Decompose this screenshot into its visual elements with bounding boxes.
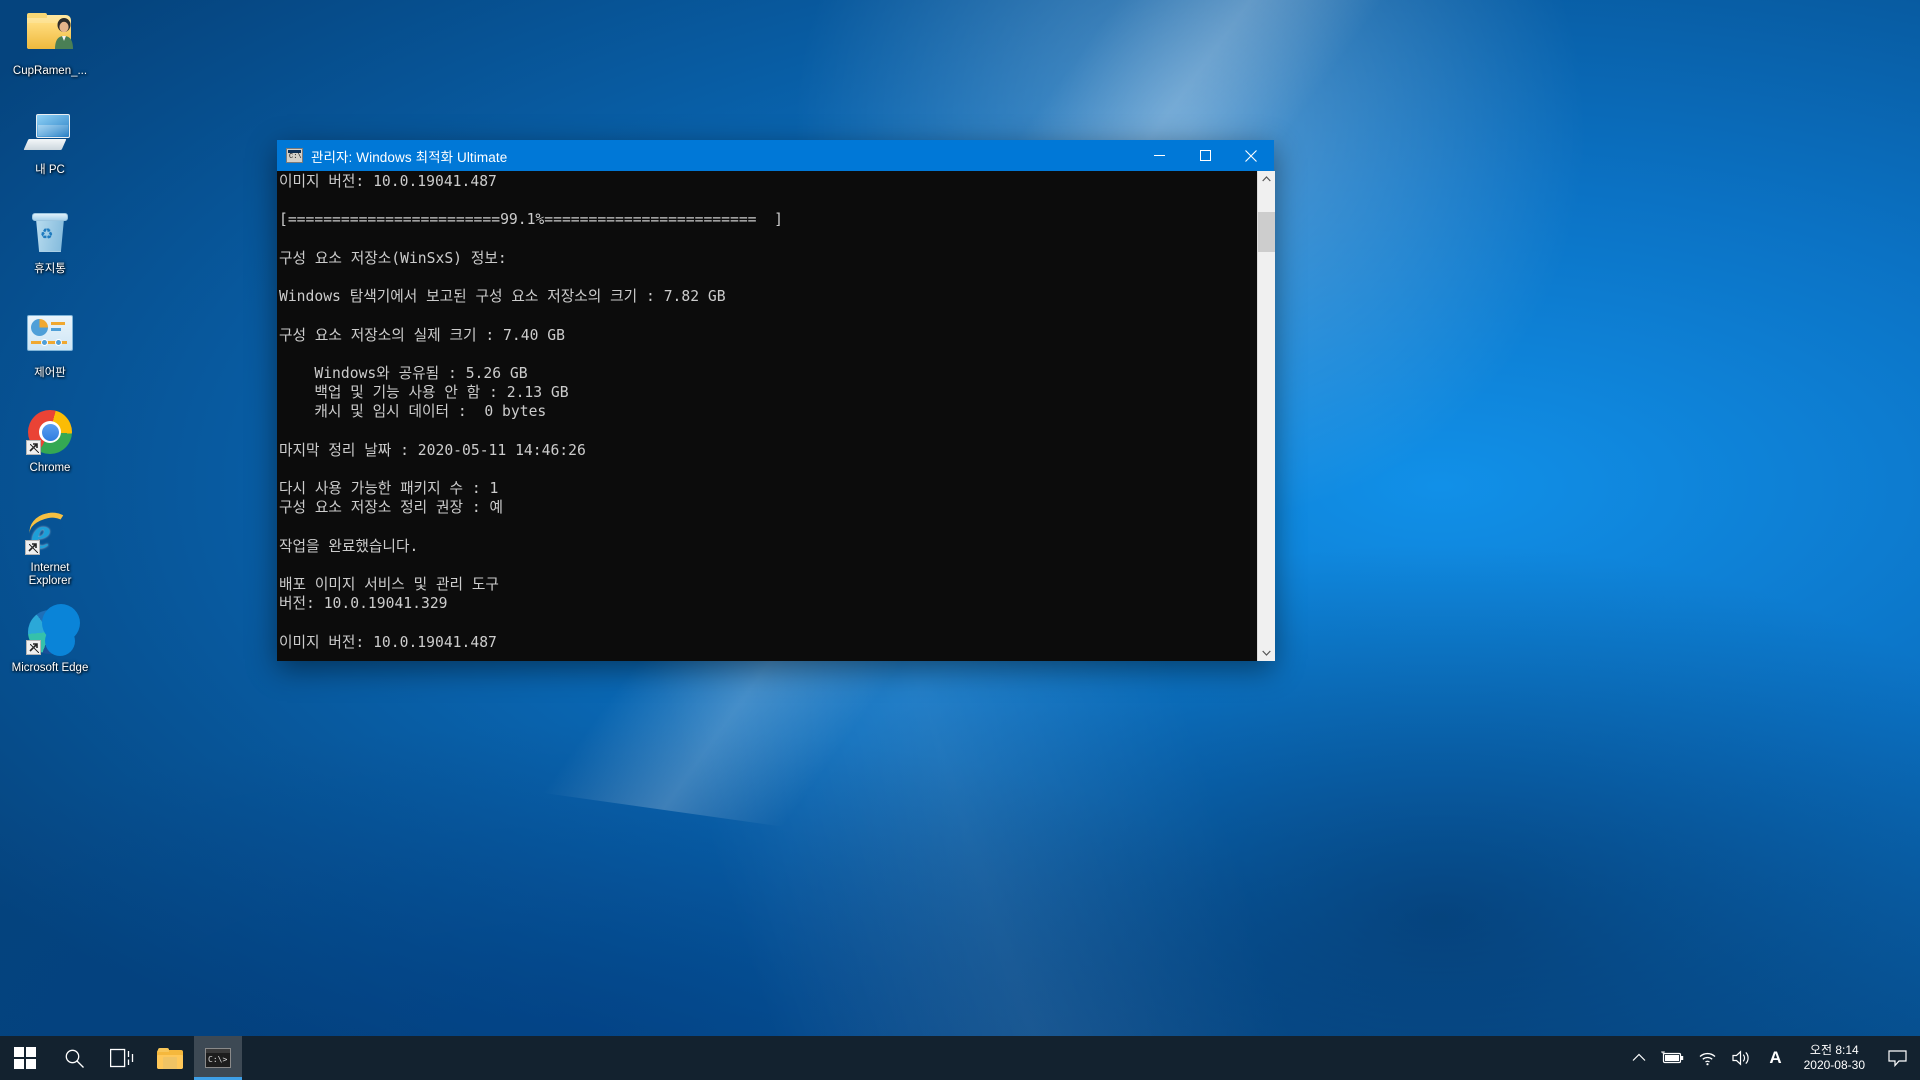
- console-line: 버전: 10.0.19041.329: [279, 595, 448, 613]
- volume-button[interactable]: [1724, 1036, 1759, 1080]
- desktop-icon-label: Internet Explorer: [28, 562, 72, 587]
- chevron-up-icon: [1262, 176, 1271, 182]
- internet-explorer-icon: e: [25, 508, 74, 558]
- desktop-icon-label: 휴지통: [34, 263, 66, 275]
- taskbar[interactable]: C:\> A 오전 8:14 2020-08-30: [0, 1036, 1920, 1080]
- command-prompt-button[interactable]: C:\>: [194, 1036, 242, 1080]
- shortcut-arrow-icon: [26, 640, 41, 655]
- console-line: 백업 및 기능 사용 안 함 : 2.13 GB: [279, 384, 569, 402]
- shortcut-arrow-icon: [26, 440, 41, 455]
- console-line: 구성 요소 저장소의 실제 크기 : 7.40 GB: [279, 326, 565, 344]
- scroll-track[interactable]: [1258, 188, 1275, 644]
- desktop-icon-label: CupRamen_...: [12, 65, 88, 77]
- console-line: 구성 요소 저장소 정리 권장 : 예: [279, 499, 504, 517]
- speaker-icon: [1732, 1050, 1750, 1066]
- desktop-icon-cupramen[interactable]: CupRamen_...: [8, 8, 92, 78]
- scroll-up-arrow[interactable]: [1258, 171, 1275, 188]
- console-line: 다시 사용 가능한 패키지 수 : 1: [279, 480, 499, 497]
- clock-date: 2020-08-30: [1803, 1058, 1865, 1072]
- desktop-icon-control-panel[interactable]: 제어판: [8, 308, 92, 380]
- user-glyph: [55, 18, 73, 49]
- chevron-down-icon: [1262, 650, 1271, 656]
- console-line: 이미지 버전: 10.0.19041.487: [279, 173, 497, 190]
- maximize-button[interactable]: [1182, 140, 1228, 171]
- desktop-icon-microsoft-edge[interactable]: Microsoft Edge: [8, 604, 92, 675]
- command-prompt-window[interactable]: C:\ 관리자: Windows 최적화 Ultimate 이미지 버전: 10…: [277, 140, 1275, 661]
- scroll-thumb[interactable]: [1258, 212, 1275, 252]
- folder-user-icon: [26, 13, 74, 61]
- scroll-down-arrow[interactable]: [1258, 644, 1275, 661]
- console-scrollbar[interactable]: [1257, 171, 1275, 661]
- console-icon: C:\: [286, 148, 303, 163]
- ime-indicator[interactable]: A: [1759, 1036, 1791, 1080]
- console-line: Windows와 공유됨 : 5.26 GB: [279, 364, 528, 382]
- file-explorer-button[interactable]: [146, 1036, 194, 1080]
- system-tray: A 오전 8:14 2020-08-30: [1625, 1036, 1920, 1080]
- maximize-icon: [1199, 150, 1211, 161]
- desktop-icon-my-pc[interactable]: 내 PC: [8, 108, 92, 177]
- chevron-up-icon: [1632, 1053, 1646, 1061]
- close-icon: [1245, 149, 1257, 162]
- window-title: 관리자: Windows 최적화 Ultimate: [311, 149, 508, 165]
- desktop-icon-label: Chrome: [29, 462, 71, 474]
- clock[interactable]: 오전 8:14 2020-08-30: [1792, 1036, 1877, 1080]
- console-body[interactable]: 이미지 버전: 10.0.19041.487 [=================…: [277, 171, 1275, 661]
- search-icon: [65, 1049, 84, 1068]
- console-line: 마지막 정리 날짜 : 2020-05-11 14:46:26: [279, 441, 586, 459]
- console-icon: C:\>: [205, 1048, 231, 1068]
- console-line: [========================99.1%==========…: [279, 211, 784, 229]
- console-line: 작업을 완료했습니다.: [279, 537, 419, 555]
- show-hidden-icons-button[interactable]: [1625, 1036, 1653, 1080]
- console-line: 구성 요소 저장소(WinSxS) 정보:: [279, 249, 507, 267]
- desktop-icon-label: 제어판: [34, 367, 66, 379]
- console-line: 이미지 버전: 10.0.19041.487: [279, 633, 497, 651]
- recycle-bin-icon: ♻: [26, 211, 74, 259]
- chrome-icon: [26, 410, 74, 458]
- task-view-button[interactable]: [98, 1036, 146, 1080]
- search-button[interactable]: [50, 1036, 98, 1080]
- wifi-icon: [1699, 1052, 1716, 1065]
- control-panel-icon: [26, 315, 74, 363]
- console-output[interactable]: 이미지 버전: 10.0.19041.487 [=================…: [277, 171, 1257, 661]
- desktop-icon-chrome[interactable]: Chrome: [8, 408, 92, 475]
- computer-icon: [23, 112, 74, 160]
- desktop-icon-internet-explorer[interactable]: e Internet Explorer: [8, 508, 92, 588]
- desktop-icon-recycle-bin[interactable]: ♻ 휴지통: [8, 208, 92, 276]
- start-button[interactable]: [0, 1036, 50, 1080]
- close-button[interactable]: [1228, 140, 1274, 171]
- console-line: Windows 탐색기에서 보고된 구성 요소 저장소의 크기 : 7.82 G…: [279, 288, 726, 306]
- windows-logo-icon: [14, 1047, 36, 1069]
- network-button[interactable]: [1691, 1036, 1724, 1080]
- task-view-icon: [110, 1048, 134, 1068]
- clock-time: 오전 8:14: [1809, 1043, 1859, 1057]
- console-line: 배포 이미지 서비스 및 관리 도구: [279, 575, 499, 593]
- desktop-icon-label: 내 PC: [35, 164, 65, 176]
- edge-icon: [26, 604, 80, 658]
- action-center-button[interactable]: [1877, 1036, 1920, 1080]
- desktop-icon-label: Microsoft Edge: [11, 662, 89, 674]
- battery-icon: [1661, 1051, 1684, 1064]
- shortcut-arrow-icon: [25, 540, 40, 555]
- minimize-button[interactable]: [1136, 140, 1182, 171]
- battery-button[interactable]: [1653, 1036, 1691, 1080]
- notification-icon: [1888, 1049, 1907, 1067]
- minimize-icon: [1153, 155, 1165, 156]
- window-titlebar[interactable]: C:\ 관리자: Windows 최적화 Ultimate: [277, 140, 1274, 171]
- console-line: 캐시 및 임시 데이터 : 0 bytes: [279, 403, 547, 421]
- folder-icon: [157, 1047, 183, 1069]
